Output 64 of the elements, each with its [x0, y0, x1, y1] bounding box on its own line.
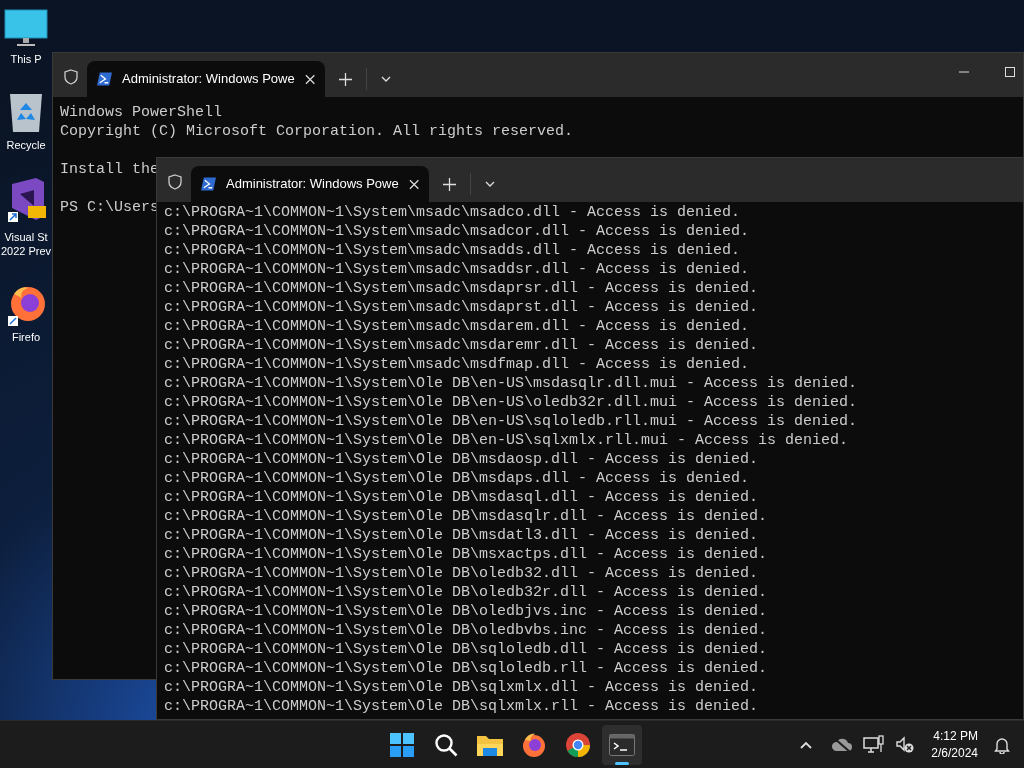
new-tab-icon[interactable] [443, 177, 456, 191]
cloud-off-icon[interactable] [831, 737, 854, 753]
terminal-line: c:\PROGRA~1\COMMON~1\System\Ole DB\msdasqlr.dll - Access is denied. [164, 507, 768, 526]
close-icon[interactable] [304, 73, 315, 85]
terminal-line: c:\PROGRA~1\COMMON~1\System\Ole DB\oledbjvs.inc - Access is denied. [164, 602, 768, 621]
terminal-line: c:\PROGRA~1\COMMON~1\System\Ole DB\en-US\sqloledb.rll.mui - Access is denied. [164, 412, 858, 431]
terminal-line: c:\PROGRA~1\COMMON~1\System\Ole DB\sqlxmlx.dll - Access is denied. [164, 678, 759, 697]
terminal-line: Windows PowerShell [60, 103, 223, 122]
monitor-icon [4, 8, 48, 48]
notification-bell-icon[interactable] [994, 736, 1010, 754]
chevron-up-icon[interactable] [799, 740, 814, 750]
dropdown-icon[interactable] [381, 76, 391, 82]
dropdown-icon[interactable] [485, 181, 495, 187]
tab-title: Administrator: Windows Powe [122, 70, 295, 89]
firefox-icon [521, 732, 547, 758]
terminal-line: c:\PROGRA~1\COMMON~1\System\msadc\msadds.dll - Access is denied. [164, 241, 741, 260]
terminal-line: c:\PROGRA~1\COMMON~1\System\Ole DB\sqlxmlx.rll - Access is denied. [164, 697, 759, 716]
new-tab-icon[interactable] [339, 72, 352, 86]
shield-icon [168, 174, 182, 190]
close-icon[interactable] [408, 178, 419, 190]
terminal-tab[interactable]: Administrator: Windows Powe [191, 166, 429, 202]
terminal-line: c:\PROGRA~1\COMMON~1\System\msadc\msdaremr.dll - Access is denied. [164, 336, 759, 355]
desktop-icon-label[interactable]: Firefo [11, 330, 41, 344]
desktop-icon-label[interactable]: Visual St 2022 Prev [0, 230, 52, 258]
terminal-line: Copyright (C) Microsoft Corporation. All rights reserved. [60, 122, 574, 141]
search-icon [434, 733, 458, 757]
folder-icon [477, 734, 503, 756]
powershell-icon [97, 72, 112, 86]
shield-icon [64, 69, 78, 85]
windows-start-icon [390, 733, 414, 757]
terminal-line: PS C:\Users [60, 198, 160, 217]
clock-time[interactable]: 4:12 PM [933, 728, 978, 745]
terminal-line: c:\PROGRA~1\COMMON~1\System\msadc\msdaprsr.dll - Access is denied. [164, 279, 759, 298]
terminal-line: c:\PROGRA~1\COMMON~1\System\Ole DB\oledbvbs.inc - Access is denied. [164, 621, 768, 640]
desktop-icon-label[interactable]: Recycle [6, 138, 46, 152]
network-icon[interactable] [863, 735, 886, 755]
terminal-line: c:\PROGRA~1\COMMON~1\System\Ole DB\en-US\msdasqlr.dll.mui - Access is denied. [164, 374, 858, 393]
terminal-line: c:\PROGRA~1\COMMON~1\System\msadc\msdfmap.dll - Access is denied. [164, 355, 750, 374]
desktop-icon-label[interactable]: This P [10, 52, 42, 66]
volume-muted-icon[interactable] [895, 736, 916, 754]
terminal-line: c:\PROGRA~1\COMMON~1\System\Ole DB\msdasql.dll - Access is denied. [164, 488, 759, 507]
terminal-line: c:\PROGRA~1\COMMON~1\System\Ole DB\en-US\sqlxmlx.rll.mui - Access is denied. [164, 431, 849, 450]
tab-title: Administrator: Windows Powe [226, 175, 399, 194]
terminal-line: c:\PROGRA~1\COMMON~1\System\Ole DB\en-US\oledb32r.dll.mui - Access is denied. [164, 393, 858, 412]
terminal-line: c:\PROGRA~1\COMMON~1\System\msadc\msdaprst.dll - Access is denied. [164, 298, 759, 317]
terminal-line: c:\PROGRA~1\COMMON~1\System\Ole DB\sqloledb.dll - Access is denied. [164, 640, 768, 659]
terminal-line: c:\PROGRA~1\COMMON~1\System\Ole DB\oledb32.dll - Access is denied. [164, 564, 759, 583]
terminal-line: c:\PROGRA~1\COMMON~1\System\Ole DB\msdaosp.dll - Access is denied. [164, 450, 759, 469]
powershell-icon [201, 177, 216, 191]
terminal-line: c:\PROGRA~1\COMMON~1\System\Ole DB\oledb32r.dll - Access is denied. [164, 583, 768, 602]
clock-date[interactable]: 2/6/2024 [931, 745, 978, 762]
terminal-line: c:\PROGRA~1\COMMON~1\System\msadc\msadcor.dll - Access is denied. [164, 222, 750, 241]
terminal-icon [609, 734, 635, 756]
chrome-icon [565, 732, 591, 758]
terminal-line: c:\PROGRA~1\COMMON~1\System\msadc\msaddsr.dll - Access is denied. [164, 260, 750, 279]
terminal-line: c:\PROGRA~1\COMMON~1\System\Ole DB\msdaps.dll - Access is denied. [164, 469, 750, 488]
terminal-line: c:\PROGRA~1\COMMON~1\System\Ole DB\msxactps.dll - Access is denied. [164, 545, 768, 564]
terminal-tab[interactable]: Administrator: Windows Powe [87, 61, 325, 97]
maximize-icon[interactable] [1005, 67, 1015, 77]
terminal-line: c:\PROGRA~1\COMMON~1\System\msadc\msadco.dll - Access is denied. [164, 203, 741, 222]
terminal-line: c:\PROGRA~1\COMMON~1\System\Ole DB\sqloledb.rll - Access is denied. [164, 659, 768, 678]
terminal-line: c:\PROGRA~1\COMMON~1\System\msadc\msdarem.dll - Access is denied. [164, 317, 750, 336]
terminal-line: c:\PROGRA~1\COMMON~1\System\Ole DB\msdatl3.dll - Access is denied. [164, 526, 759, 545]
taskbar-button[interactable] [602, 725, 642, 765]
